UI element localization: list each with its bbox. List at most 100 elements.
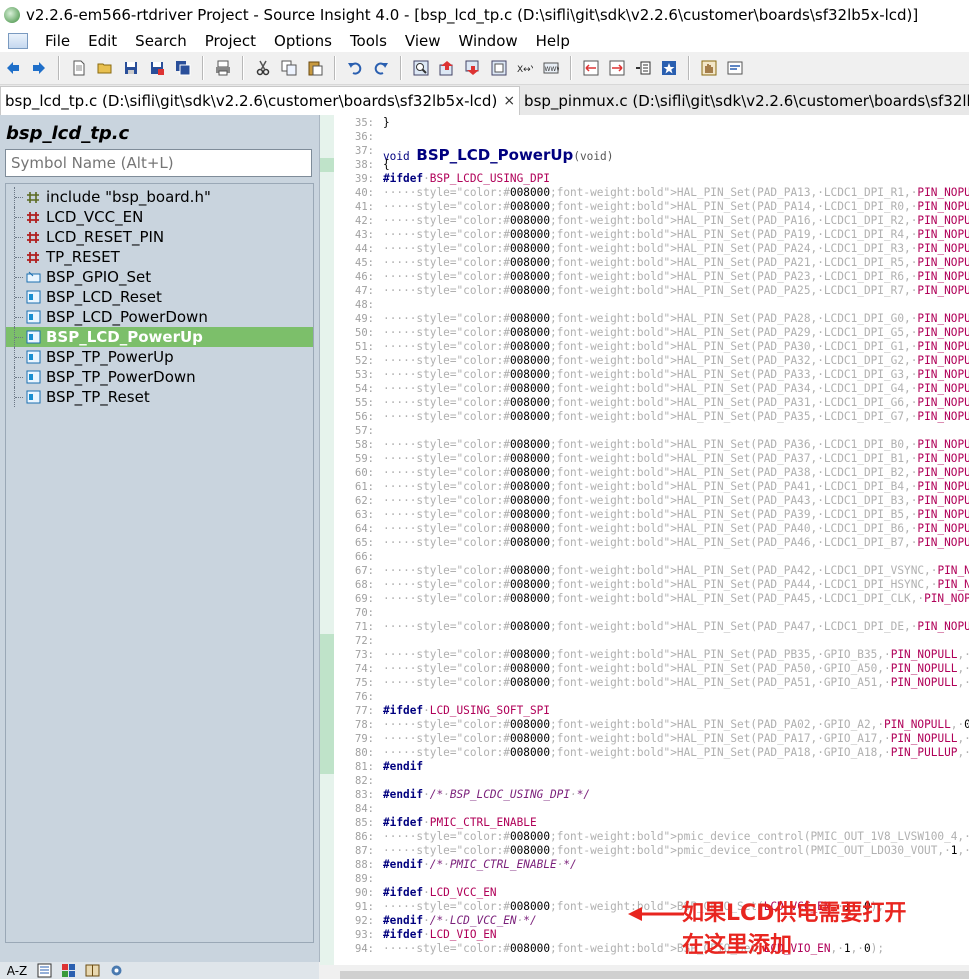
code-line[interactable]: ·····style="color:#008000;font-weight:bo…	[383, 522, 969, 535]
code-line[interactable]: ·····style="color:#008000;font-weight:bo…	[383, 592, 969, 605]
outline-icon[interactable]	[632, 57, 654, 79]
code-line[interactable]: ·····style="color:#008000;font-weight:bo…	[383, 494, 969, 507]
menu-window[interactable]: Window	[450, 32, 527, 50]
forward-arrow-icon[interactable]	[28, 57, 50, 79]
code-line[interactable]: ·····style="color:#008000;font-weight:bo…	[383, 270, 969, 283]
menu-search[interactable]: Search	[126, 32, 196, 50]
relation-right-icon[interactable]	[606, 57, 628, 79]
window-system-icon[interactable]	[8, 33, 28, 49]
print-icon[interactable]	[212, 57, 234, 79]
sort-az-tab[interactable]: A-Z	[4, 963, 30, 978]
code-line[interactable]: ·····style="color:#008000;font-weight:bo…	[383, 368, 969, 381]
www-icon[interactable]: WWW	[540, 57, 562, 79]
symbol-item[interactable]: BSP_LCD_PowerUp	[6, 327, 313, 347]
browse-icon[interactable]	[488, 57, 510, 79]
symbol-item[interactable]: BSP_GPIO_Set	[6, 267, 313, 287]
undo-icon[interactable]	[344, 57, 366, 79]
jump-up-icon[interactable]	[436, 57, 458, 79]
code-line[interactable]: ·····style="color:#008000;font-weight:bo…	[383, 284, 969, 297]
code-line[interactable]: ·····style="color:#008000;font-weight:bo…	[383, 480, 969, 493]
code-line[interactable]: ·····style="color:#008000;font-weight:bo…	[383, 326, 969, 339]
code-line[interactable]: ·····style="color:#008000;font-weight:bo…	[383, 312, 969, 325]
gear-icon[interactable]	[106, 963, 126, 978]
symbol-item[interactable]: BSP_TP_Reset	[6, 387, 313, 407]
code-line[interactable]: }	[383, 116, 390, 129]
code-line[interactable]: #endif·/*·PMIC_CTRL_ENABLE·*/	[383, 858, 577, 871]
symbol-item[interactable]: LCD_RESET_PIN	[6, 227, 313, 247]
code-editor[interactable]: 35:} 36: 37: void BSP_LCD_PowerUp(void) 38: {…	[334, 115, 969, 965]
new-file-icon[interactable]	[68, 57, 90, 79]
menu-options[interactable]: Options	[265, 32, 341, 50]
code-line[interactable]: ·····style="color:#008000;font-weight:bo…	[383, 746, 969, 759]
code-line[interactable]: ·····style="color:#008000;font-weight:bo…	[383, 620, 969, 633]
code-line[interactable]: ·····style="color:#008000;font-weight:bo…	[383, 186, 969, 199]
code-line[interactable]: ·····style="color:#008000;font-weight:bo…	[383, 410, 969, 423]
redo-icon[interactable]	[370, 57, 392, 79]
code-line[interactable]: #endif·/*·LCD_VCC_EN·*/	[383, 914, 537, 927]
code-line[interactable]: #ifdef·LCD_VIO_EN	[383, 928, 497, 941]
close-tab-icon[interactable]: ×	[503, 93, 515, 109]
lookup-icon[interactable]	[410, 57, 432, 79]
jump-down-icon[interactable]	[462, 57, 484, 79]
menu-help[interactable]: Help	[527, 32, 579, 50]
code-line[interactable]: ·····style="color:#008000;font-weight:bo…	[383, 396, 969, 409]
xy-swap-icon[interactable]: X↔Y	[514, 57, 536, 79]
symbol-item[interactable]: BSP_LCD_PowerDown	[6, 307, 313, 327]
code-line[interactable]: ·····style="color:#008000;font-weight:bo…	[383, 536, 969, 549]
code-line[interactable]: void BSP_LCD_PowerUp(void)	[383, 146, 613, 164]
menu-project[interactable]: Project	[196, 32, 265, 50]
code-line[interactable]: ·····style="color:#008000;font-weight:bo…	[383, 830, 969, 843]
code-line[interactable]: #endif	[383, 760, 423, 773]
code-line[interactable]: ·····style="color:#008000;font-weight:bo…	[383, 382, 969, 395]
menu-tools[interactable]: Tools	[341, 32, 396, 50]
tab-bsp-lcd-tp[interactable]: bsp_lcd_tp.c (D:\sifli\git\sdk\v2.2.6\cu…	[0, 86, 521, 115]
symbol-item[interactable]: LCD_VCC_EN	[6, 207, 313, 227]
code-line[interactable]: ·····style="color:#008000;font-weight:bo…	[383, 648, 969, 661]
save-icon[interactable]	[120, 57, 142, 79]
paste-icon[interactable]	[304, 57, 326, 79]
tab-bsp-pinmux[interactable]: bsp_pinmux.c (D:\sifli\git\sdk\v2.2.6\cu…	[520, 87, 969, 115]
code-line[interactable]: ·····style="color:#008000;font-weight:bo…	[383, 508, 969, 521]
code-line[interactable]: ·····style="color:#008000;font-weight:bo…	[383, 242, 969, 255]
code-line[interactable]: ·····style="color:#008000;font-weight:bo…	[383, 564, 969, 577]
category-icon[interactable]	[58, 963, 78, 978]
code-line[interactable]: ·····style="color:#008000;font-weight:bo…	[383, 256, 969, 269]
symbol-item[interactable]: include "bsp_board.h"	[6, 187, 313, 207]
code-line[interactable]: ·····style="color:#008000;font-weight:bo…	[383, 452, 969, 465]
code-line[interactable]: #endif·/*·BSP_LCDC_USING_DPI·*/	[383, 788, 590, 801]
code-line[interactable]: ·····style="color:#008000;font-weight:bo…	[383, 578, 969, 591]
book-icon[interactable]	[82, 963, 102, 978]
bookmark-star-icon[interactable]	[658, 57, 680, 79]
code-line[interactable]: ·····style="color:#008000;font-weight:bo…	[383, 662, 969, 675]
symbol-item[interactable]: BSP_TP_PowerDown	[6, 367, 313, 387]
save-all-icon[interactable]	[172, 57, 194, 79]
list-view-icon[interactable]	[34, 963, 54, 978]
code-line[interactable]: ·····style="color:#008000;font-weight:bo…	[383, 214, 969, 227]
code-line[interactable]: ·····style="color:#008000;font-weight:bo…	[383, 228, 969, 241]
code-line[interactable]: ·····style="color:#008000;font-weight:bo…	[383, 732, 969, 745]
code-line[interactable]: ·····style="color:#008000;font-weight:bo…	[383, 676, 969, 689]
symbol-list[interactable]: include "bsp_board.h" LCD_VCC_EN LCD_RESET…	[5, 183, 314, 943]
relation-left-icon[interactable]	[580, 57, 602, 79]
save-as-icon[interactable]	[146, 57, 168, 79]
code-line[interactable]: ·····style="color:#008000;font-weight:bo…	[383, 844, 969, 857]
code-line[interactable]: #ifdef·LCD_VCC_EN	[383, 886, 497, 899]
code-line[interactable]: ·····style="color:#008000;font-weight:bo…	[383, 718, 969, 731]
code-line[interactable]: #ifdef·LCD_USING_SOFT_SPI	[383, 704, 550, 717]
menu-view[interactable]: View	[396, 32, 450, 50]
hand-icon[interactable]	[698, 57, 720, 79]
horizontal-scrollbar[interactable]	[340, 971, 969, 979]
copy-icon[interactable]	[278, 57, 300, 79]
menu-file[interactable]: File	[36, 32, 79, 50]
code-line[interactable]: ·····style="color:#008000;font-weight:bo…	[383, 200, 969, 213]
symbol-item[interactable]: BSP_LCD_Reset	[6, 287, 313, 307]
code-line[interactable]: ·····style="color:#008000;font-weight:bo…	[383, 354, 969, 367]
symbol-item[interactable]: TP_RESET	[6, 247, 313, 267]
symbol-search-input[interactable]	[5, 149, 312, 177]
symbol-item[interactable]: BSP_TP_PowerUp	[6, 347, 313, 367]
back-arrow-icon[interactable]	[2, 57, 24, 79]
open-folder-icon[interactable]	[94, 57, 116, 79]
code-line[interactable]: #ifdef·BSP_LCDC_USING_DPI	[383, 172, 550, 185]
code-line[interactable]: ·····style="color:#008000;font-weight:bo…	[383, 466, 969, 479]
rename-icon[interactable]	[724, 57, 746, 79]
